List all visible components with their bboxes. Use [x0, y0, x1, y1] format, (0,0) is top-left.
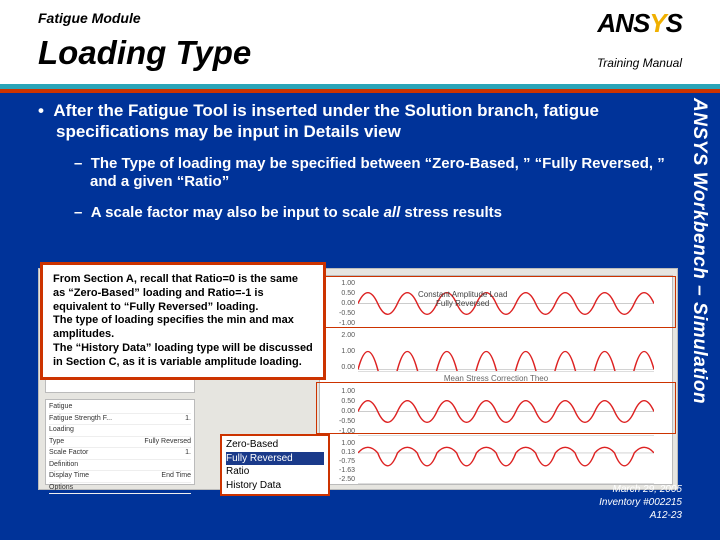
plot-2-ticks: 2.001.000.00: [325, 332, 355, 371]
details-row[interactable]: Fatigue Strength F...1.: [49, 414, 191, 426]
callout-box: From Section A, recall that Ratio=0 is t…: [40, 262, 326, 380]
details-row[interactable]: Fatigue: [49, 402, 191, 414]
dropdown-option[interactable]: Zero-Based: [226, 438, 324, 452]
divider-red: [0, 89, 720, 93]
details-row[interactable]: Loading: [49, 425, 191, 437]
bullet-main: • After the Fatigue Tool is inserted und…: [38, 100, 668, 143]
plot-4: 1.000.13-0.75-1.63-2.50: [358, 440, 654, 484]
bullet-sub-1: – The Type of loading may be specified b…: [74, 155, 668, 193]
bullet-sub-2: – A scale factor may also be input to sc…: [74, 204, 668, 223]
footer: March 29, 2005 Inventory #002215 A12-23: [599, 483, 682, 522]
details-row[interactable]: Definition: [49, 460, 191, 472]
slide-header: Fatigue Module Loading Type ANSYS Traini…: [0, 0, 720, 84]
dropdown-option[interactable]: Fully Reversed: [226, 452, 324, 466]
loading-type-dropdown[interactable]: Zero-BasedFully ReversedRatioHistory Dat…: [220, 434, 330, 496]
highlight-rect-2: [316, 382, 676, 434]
footer-inventory: Inventory #002215: [599, 496, 682, 509]
footer-date: March 29, 2005: [599, 483, 682, 496]
dropdown-option[interactable]: Ratio: [226, 465, 324, 479]
highlight-rect-1: [316, 276, 676, 328]
ansys-logo: ANSYS: [597, 8, 682, 39]
plot-2: 2.001.000.00: [358, 332, 654, 372]
training-manual-label: Training Manual: [597, 56, 682, 70]
details-row[interactable]: Display TimeEnd Time: [49, 471, 191, 483]
page-title: Loading Type: [38, 34, 251, 72]
details-row[interactable]: Options: [49, 483, 191, 495]
dropdown-option[interactable]: History Data: [226, 479, 324, 493]
side-vertical-text: ANSYS Workbench – Simulation: [678, 98, 710, 458]
footer-code: A12-23: [599, 509, 682, 522]
module-label: Fatigue Module: [38, 10, 141, 26]
details-row[interactable]: TypeFully Reversed: [49, 437, 191, 449]
details-panel[interactable]: FatigueFatigue Strength F...1.LoadingTyp…: [45, 399, 195, 485]
body-text: • After the Fatigue Tool is inserted und…: [38, 100, 668, 235]
details-row[interactable]: Scale Factor1.: [49, 448, 191, 460]
